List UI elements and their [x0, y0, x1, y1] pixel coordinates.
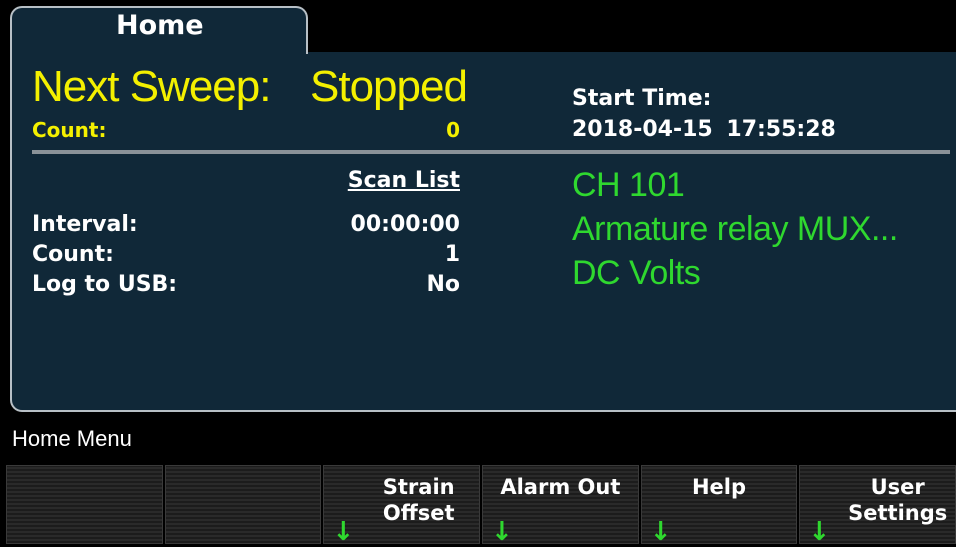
down-arrow-icon: ↓ — [332, 517, 355, 547]
channel-function: DC Volts — [572, 254, 701, 292]
softkey-1[interactable] — [6, 465, 163, 544]
count-value: 1 — [444, 242, 460, 267]
log-usb-value: No — [426, 272, 460, 297]
interval-label: Interval: — [32, 212, 138, 237]
channel-id: CH 101 — [572, 166, 685, 204]
softkey-2[interactable] — [164, 465, 322, 544]
interval-value: 00:00:00 — [350, 212, 460, 237]
help-button[interactable]: Help ↓ — [640, 465, 798, 547]
down-arrow-icon: ↓ — [808, 517, 831, 547]
user-settings-button[interactable]: User Settings ↓ — [799, 465, 956, 547]
sweep-status: Stopped — [310, 62, 468, 111]
start-time-value: 2018-04-15 17:55:28 — [572, 117, 836, 142]
sweep-count-value: 0 — [446, 118, 460, 142]
alarm-out-button[interactable]: Alarm Out ↓ — [482, 465, 639, 547]
strain-offset-label: Strain Offset — [382, 475, 455, 525]
divider — [32, 150, 950, 154]
instrument-screen: Home Next Sweep: Stopped Count: 0 Start … — [0, 0, 956, 547]
next-sweep-label: Next Sweep: — [32, 62, 271, 111]
alarm-out-label: Alarm Out — [500, 475, 621, 499]
softkey-bar: Strain Offset ↓ Alarm Out ↓ Help ↓ User … — [6, 465, 956, 547]
home-tab[interactable]: Home — [10, 6, 308, 54]
home-tab-label: Home — [116, 10, 204, 41]
start-time-label: Start Time: — [572, 86, 712, 111]
menu-label: Home Menu — [12, 426, 132, 451]
sweep-count-label: Count: — [32, 118, 107, 142]
channel-module: Armature relay MUX... — [572, 210, 898, 248]
strain-offset-button[interactable]: Strain Offset ↓ — [323, 465, 481, 547]
count-label: Count: — [32, 242, 114, 267]
log-usb-label: Log to USB: — [32, 272, 178, 297]
help-label: Help — [691, 475, 747, 499]
down-arrow-icon: ↓ — [649, 517, 672, 547]
down-arrow-icon: ↓ — [491, 517, 513, 547]
scan-list-title: Scan List — [347, 168, 460, 193]
